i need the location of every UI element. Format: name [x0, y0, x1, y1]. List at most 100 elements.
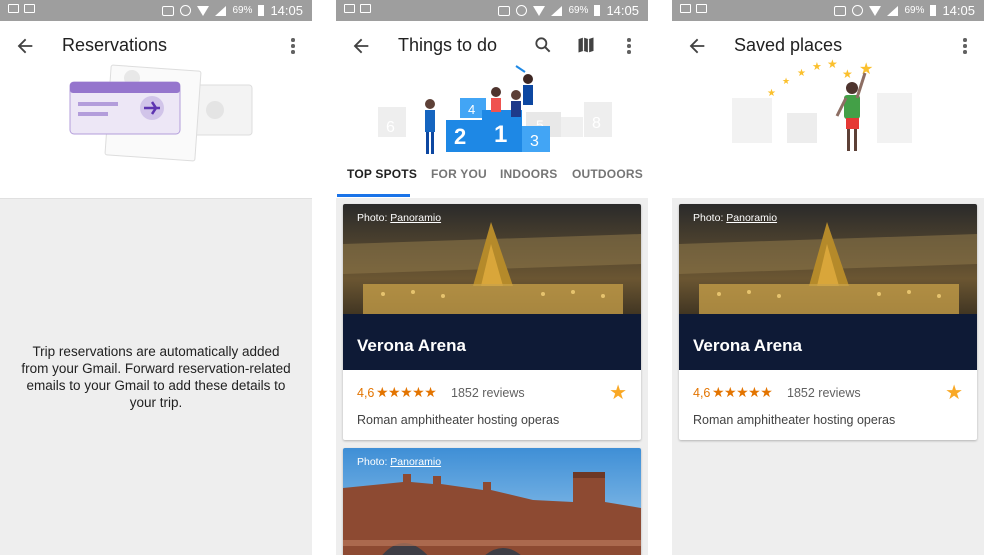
- reservations-info-text: Trip reservations are automatically adde…: [21, 344, 291, 410]
- place-details: 4,6 ★★★★★ 1852 reviews Roman amphitheate…: [343, 370, 641, 440]
- place-card[interactable]: Photo: Panoramio Verona Arena 4,6 ★★★★★ …: [679, 204, 977, 440]
- things-to-do-screen: 69% 14:05 Things to do 6 8 5 2 4 1 3 TOP…: [336, 0, 648, 555]
- page-title: Reservations: [62, 35, 168, 55]
- place-card[interactable]: Photo: Panoramio: [343, 448, 641, 555]
- mute-icon: [162, 5, 175, 16]
- image-notification-icon: [344, 4, 355, 13]
- tab-outdoors[interactable]: OUTDOORS: [572, 167, 643, 181]
- photo-credit-link[interactable]: Panoramio: [390, 212, 441, 224]
- rating-stars-icon: ★★★★★: [712, 384, 773, 400]
- photo-credit-prefix: Photo:: [357, 212, 391, 224]
- podium-number-4: 4: [468, 102, 475, 117]
- more-options-icon[interactable]: [626, 37, 632, 55]
- clock: 14:05: [942, 3, 975, 18]
- photo-credit: Photo: Panoramio: [693, 212, 777, 224]
- battery-icon: [594, 5, 601, 16]
- svg-text:★: ★: [767, 88, 776, 99]
- svg-text:★: ★: [842, 67, 853, 81]
- wifi-icon: [197, 5, 210, 16]
- photo-credit-link[interactable]: Panoramio: [390, 456, 441, 468]
- saved-list[interactable]: Photo: Panoramio Verona Arena 4,6 ★★★★★ …: [672, 198, 984, 555]
- alarm-icon: [852, 5, 864, 16]
- mute-icon: [834, 5, 847, 16]
- podium-number-1: 1: [494, 121, 507, 148]
- podium-number-3: 3: [530, 133, 539, 150]
- podium-illustration: 6 8 5 2 4 1 3: [378, 65, 612, 154]
- status-bar: 69% 14:05: [336, 0, 648, 21]
- message-notification-icon: [360, 4, 371, 13]
- signal-icon: [551, 5, 563, 16]
- svg-text:★: ★: [797, 68, 806, 79]
- saved-places-illustration: ★ ★ ★ ★ ★ ★ ★: [732, 58, 912, 151]
- separator: [648, 0, 672, 555]
- reservations-screen: 69% 14:05 Reservations Trip reservations…: [0, 0, 312, 555]
- place-photo[interactable]: Photo: Panoramio Verona Arena: [343, 204, 641, 370]
- saved-places-screen: 69% 14:05 Saved places ★ ★ ★ ★ ★ ★ ★ Pho…: [672, 0, 984, 555]
- more-options-icon[interactable]: [962, 37, 968, 55]
- places-list[interactable]: Photo: Panoramio Verona Arena 4,6 ★★★★★ …: [336, 198, 648, 555]
- wifi-icon: [869, 5, 882, 16]
- rating-value: 4,6: [693, 386, 711, 400]
- place-name: Verona Arena: [693, 336, 802, 355]
- photo-credit-link[interactable]: Panoramio: [726, 212, 777, 224]
- back-arrow-icon[interactable]: [686, 35, 708, 57]
- svg-text:★: ★: [859, 61, 873, 78]
- alarm-icon: [180, 5, 192, 16]
- signal-icon: [215, 5, 227, 16]
- place-description: Roman amphitheater hosting operas: [357, 413, 560, 427]
- photo-credit-prefix: Photo:: [693, 212, 727, 224]
- status-bar: 69% 14:05: [672, 0, 984, 21]
- battery-percent: 69%: [568, 5, 589, 16]
- back-arrow-icon[interactable]: [14, 35, 36, 57]
- page-title: Saved places: [734, 35, 843, 55]
- image-notification-icon: [8, 4, 19, 13]
- message-notification-icon: [696, 4, 707, 13]
- battery-percent: 69%: [232, 5, 253, 16]
- category-tabs: TOP SPOTS FOR YOU INDOORS OUTDOORS: [336, 159, 648, 197]
- battery-icon: [258, 5, 265, 16]
- svg-text:★: ★: [827, 58, 838, 71]
- clock: 14:05: [270, 3, 303, 18]
- svg-text:★: ★: [782, 76, 790, 86]
- podium-number-2: 2: [454, 124, 466, 149]
- place-card[interactable]: Photo: Panoramio Verona Arena 4,6 ★★★★★ …: [343, 204, 641, 440]
- alarm-icon: [516, 5, 528, 16]
- tab-indoors[interactable]: INDOORS: [500, 167, 557, 181]
- place-description: Roman amphitheater hosting operas: [693, 413, 896, 427]
- page-title: Things to do: [398, 35, 498, 55]
- rating-stars-icon: ★★★★★: [376, 384, 437, 400]
- mute-icon: [498, 5, 511, 16]
- separator: [312, 0, 336, 555]
- save-star-icon[interactable]: ★: [609, 380, 627, 405]
- active-tab-indicator: [337, 194, 410, 197]
- map-icon[interactable]: [576, 35, 596, 55]
- podium-number-6: 6: [386, 119, 395, 136]
- svg-text:★: ★: [812, 61, 822, 73]
- podium-number-8: 8: [592, 115, 601, 132]
- tab-top-spots[interactable]: TOP SPOTS: [347, 167, 417, 181]
- rating-value: 4,6: [357, 386, 375, 400]
- status-bar: 69% 14:05: [0, 0, 312, 21]
- review-count[interactable]: 1852 reviews: [787, 386, 861, 400]
- clock: 14:05: [606, 3, 639, 18]
- signal-icon: [887, 5, 899, 16]
- reservations-illustration: [69, 64, 253, 162]
- review-count[interactable]: 1852 reviews: [451, 386, 525, 400]
- search-icon[interactable]: [533, 35, 553, 55]
- photo-credit: Photo: Panoramio: [357, 212, 441, 224]
- image-notification-icon: [680, 4, 691, 13]
- place-details: 4,6 ★★★★★ 1852 reviews Roman amphitheate…: [679, 370, 977, 440]
- wifi-icon: [533, 5, 546, 16]
- photo-credit-prefix: Photo:: [357, 456, 391, 468]
- battery-icon: [930, 5, 937, 16]
- place-photo[interactable]: Photo: Panoramio Verona Arena: [679, 204, 977, 370]
- place-photo[interactable]: Photo: Panoramio: [343, 448, 641, 555]
- photo-credit: Photo: Panoramio: [357, 456, 441, 468]
- save-star-icon[interactable]: ★: [945, 380, 963, 405]
- tab-for-you[interactable]: FOR YOU: [431, 167, 487, 181]
- battery-percent: 69%: [904, 5, 925, 16]
- place-name: Verona Arena: [357, 336, 466, 355]
- more-options-icon[interactable]: [290, 37, 296, 55]
- back-arrow-icon[interactable]: [350, 35, 372, 57]
- message-notification-icon: [24, 4, 35, 13]
